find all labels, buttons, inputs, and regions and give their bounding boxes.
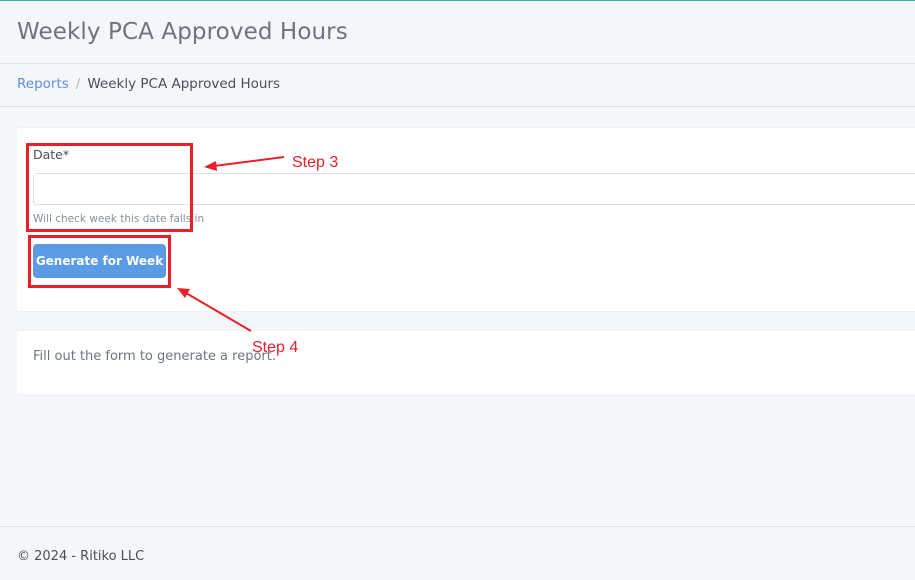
- step3-highlight-box: [26, 143, 193, 232]
- result-message: Fill out the form to generate a report.: [33, 349, 276, 364]
- breadcrumb-reports-link[interactable]: Reports: [17, 76, 69, 92]
- page: Weekly PCA Approved Hours Reports / Weekly…: [0, 0, 915, 580]
- breadcrumb: Reports / Weekly PCA Approved Hours: [17, 76, 280, 92]
- step4-label: Step 4: [252, 339, 299, 356]
- page-title: Weekly PCA Approved Hours: [17, 19, 348, 45]
- step4-highlight-box: [28, 235, 171, 288]
- breadcrumb-current: Weekly PCA Approved Hours: [87, 76, 281, 92]
- page-header: Weekly PCA Approved Hours: [0, 1, 915, 64]
- breadcrumb-bar: Reports / Weekly PCA Approved Hours: [0, 64, 915, 107]
- footer-copyright: © 2024 - Ritiko LLC: [17, 549, 145, 564]
- step3-label: Step 3: [292, 154, 339, 171]
- breadcrumb-separator: /: [75, 76, 81, 92]
- report-result-card: Fill out the form to generate a report.: [17, 330, 915, 395]
- footer: © 2024 - Ritiko LLC: [0, 526, 915, 580]
